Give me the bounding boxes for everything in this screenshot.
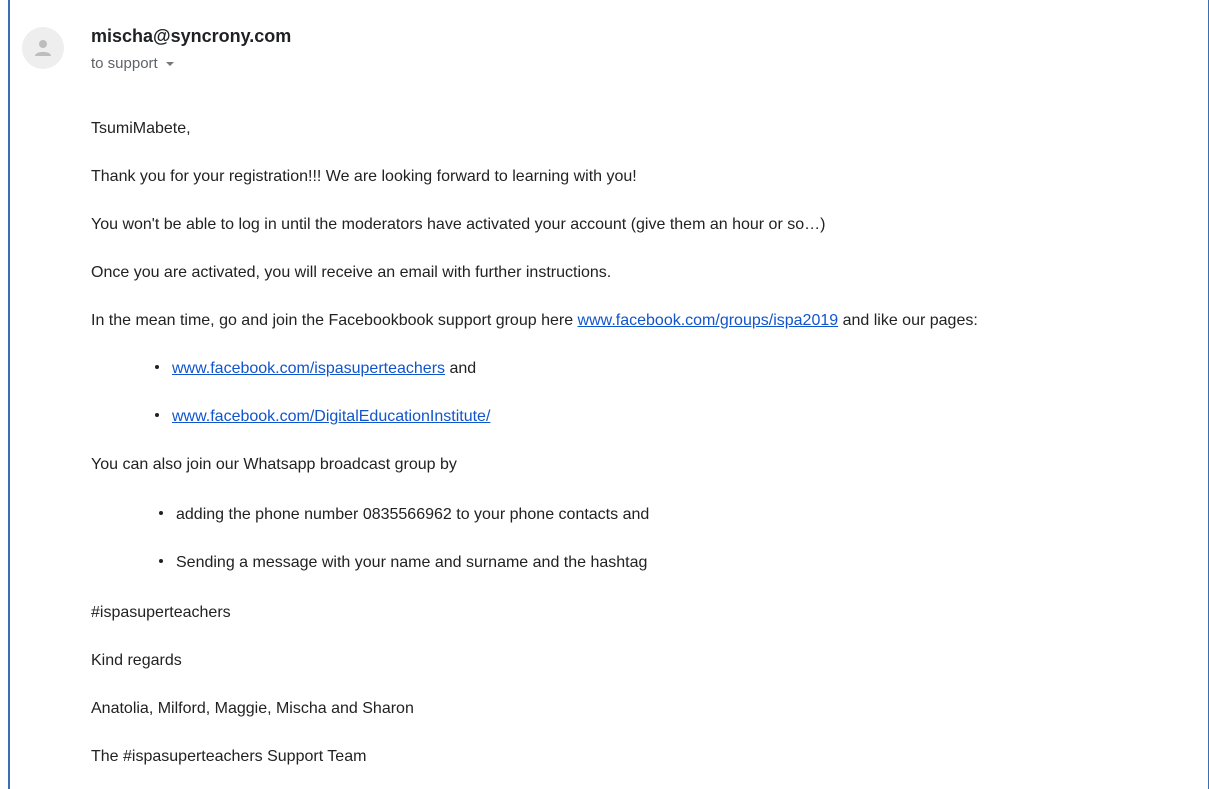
avatar[interactable]	[22, 27, 64, 69]
bullet-dot	[159, 510, 163, 515]
facebook-group-link[interactable]: www.facebook.com/groups/ispa2019	[578, 312, 839, 329]
paragraph-facebook: In the mean time, go and join the Facebo…	[91, 311, 978, 331]
whatsapp-step: adding the phone number 0835566962 to yo…	[176, 506, 650, 523]
facebook-page-link[interactable]: www.facebook.com/DigitalEducationInstitu…	[172, 408, 490, 425]
list-item: Sending a message with your name and sur…	[159, 553, 647, 573]
chevron-down-icon[interactable]	[165, 61, 174, 66]
person-icon	[35, 40, 51, 56]
facebook-page-link[interactable]: www.facebook.com/ispasuperteachers	[172, 360, 445, 377]
whatsapp-step: Sending a message with your name and sur…	[176, 554, 648, 571]
signature-names: Anatolia, Milford, Maggie, Mischa and Sh…	[91, 700, 414, 717]
greeting: TsumiMabete,	[91, 120, 191, 137]
hashtag: #ispasuperteachers	[91, 604, 231, 621]
paragraph-activation: You won't be able to log in until the mo…	[91, 216, 826, 233]
email-message: mischa@syncrony.com to support TsumiMabe…	[0, 0, 1209, 789]
list-item: www.facebook.com/ispasuperteachers and	[155, 359, 476, 379]
paragraph-whatsapp: You can also join our Whatsapp broadcast…	[91, 456, 457, 473]
facebook-text-before: In the mean time, go and join the Facebo…	[91, 312, 578, 329]
closing: Kind regards	[91, 652, 182, 669]
bullet-dot	[159, 558, 163, 563]
signature-team: The #ispasuperteachers Support Team	[91, 748, 367, 765]
bullet-suffix: and	[445, 360, 477, 377]
left-border	[8, 0, 10, 789]
recipient-details-toggle[interactable]: to support	[91, 55, 174, 72]
paragraph-instructions: Once you are activated, you will receive…	[91, 264, 612, 281]
facebook-text-after: and like our pages:	[838, 312, 978, 329]
recipient-label: to support	[91, 55, 158, 72]
bullet-dot	[155, 364, 159, 369]
bullet-dot	[155, 412, 159, 417]
sender-email: mischa@syncrony.com	[91, 26, 292, 46]
list-item: adding the phone number 0835566962 to yo…	[159, 505, 649, 525]
paragraph-thanks: Thank you for your registration!!! We ar…	[91, 168, 637, 185]
list-item: www.facebook.com/DigitalEducationInstitu…	[155, 407, 490, 427]
